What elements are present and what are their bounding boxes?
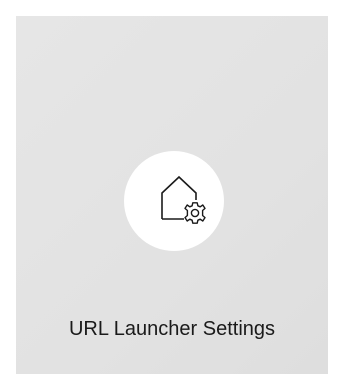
icon-badge (124, 151, 224, 251)
home-gear-icon (161, 175, 206, 224)
tile-label: URL Launcher Settings (68, 318, 276, 340)
